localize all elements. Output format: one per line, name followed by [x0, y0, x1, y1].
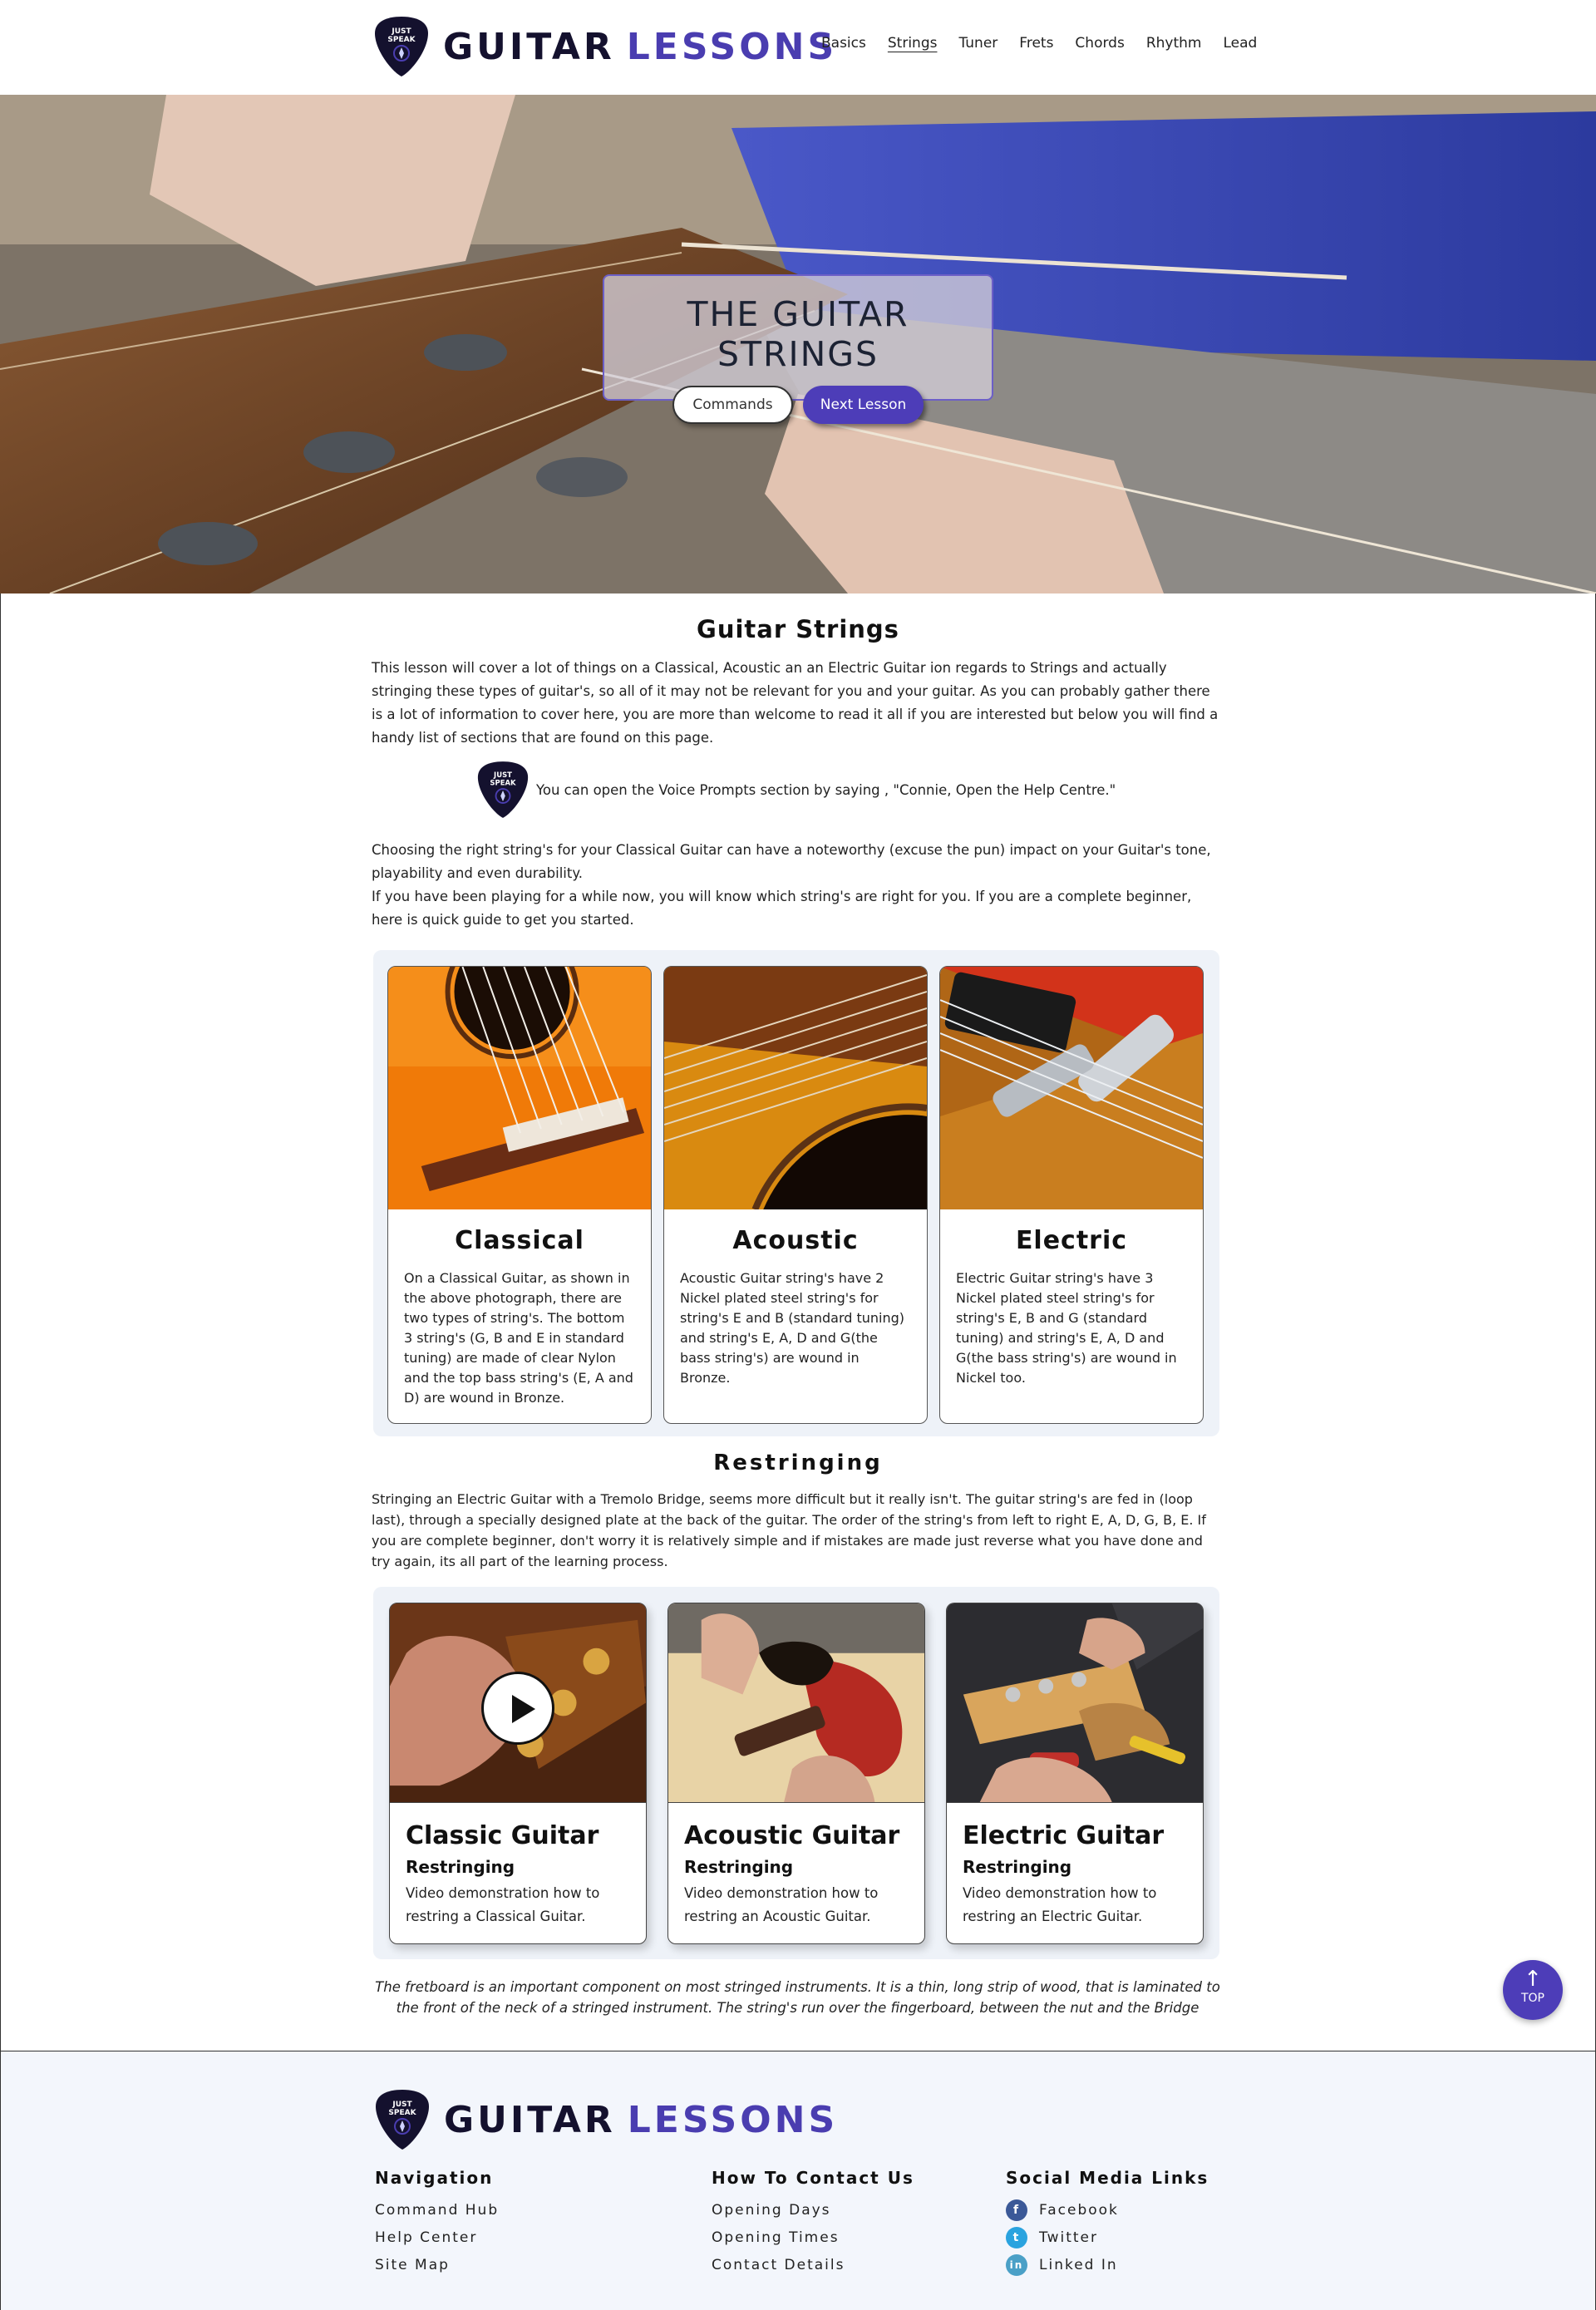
- footer-link-facebook[interactable]: f Facebook: [1006, 2196, 1209, 2224]
- footer-link-twitter[interactable]: t Twitter: [1006, 2224, 1209, 2251]
- string-card-title: Classical: [455, 1226, 584, 1255]
- guitar-pick-logo-icon: JUST SPEAK: [373, 15, 430, 78]
- svg-text:JUST: JUST: [391, 27, 411, 36]
- commands-button[interactable]: Commands: [672, 386, 793, 424]
- brand-word-2: LESSONS: [626, 25, 838, 68]
- string-card-title: Electric: [1015, 1226, 1128, 1255]
- video-card-acoustic[interactable]: Acoustic Guitar Restringing Video demons…: [667, 1603, 925, 1944]
- fretboard-note: The fretboard is an important component …: [375, 1979, 1220, 2016]
- hero-buttons: Commands Next Lesson: [604, 386, 992, 424]
- hero-banner: THE GUITAR STRINGS Commands Next Lesson: [0, 95, 1596, 594]
- brand-word-1: GUITAR: [444, 2098, 616, 2141]
- video-card-title: Acoustic Guitar: [684, 1821, 900, 1850]
- nav-rhythm[interactable]: Rhythm: [1146, 35, 1202, 52]
- choose-text-1: Choosing the right string's for your Cla…: [372, 842, 1211, 881]
- footer-logo[interactable]: JUST SPEAK GUITAR LESSONS: [374, 2088, 838, 2151]
- video-card-text: Video demonstration how to restring an A…: [684, 1885, 879, 1924]
- site-header: JUST SPEAK GUITAR LESSONS Basics Strings …: [0, 0, 1596, 95]
- video-card-subtitle: Restringing: [963, 1857, 1072, 1877]
- nav-lead[interactable]: Lead: [1223, 35, 1257, 52]
- electric-guitar-image: [940, 967, 1203, 1209]
- nav-chords[interactable]: Chords: [1075, 35, 1124, 52]
- string-card-text: On a Classical Guitar, as shown in the a…: [404, 1270, 633, 1406]
- nav-tuner[interactable]: Tuner: [958, 35, 998, 52]
- brand-word-2: LESSONS: [627, 2098, 839, 2141]
- footer-navigation-heading: Navigation: [375, 2168, 494, 2188]
- intro-heading: Guitar Strings: [697, 615, 899, 643]
- back-to-top-label: TOP: [1520, 1992, 1544, 2005]
- video-card-subtitle: Restringing: [406, 1857, 515, 1877]
- nav-basics[interactable]: Basics: [821, 35, 866, 52]
- twitter-icon: t: [1006, 2226, 1027, 2248]
- svg-text:JUST: JUST: [392, 2101, 412, 2109]
- video-card-title: Classic Guitar: [406, 1821, 599, 1850]
- hero-title: THE GUITAR STRINGS: [687, 294, 909, 374]
- nav-strings[interactable]: Strings: [888, 35, 938, 52]
- video-card-text: Video demonstration how to restring a Cl…: [406, 1885, 600, 1924]
- linkedin-icon: in: [1006, 2253, 1027, 2276]
- footer-link-site-map[interactable]: Site Map: [375, 2251, 499, 2278]
- video-card-electric[interactable]: Electric Guitar Restringing Video demons…: [946, 1603, 1204, 1944]
- footer-link-opening-times[interactable]: Opening Times: [712, 2224, 914, 2251]
- string-card-text: Acoustic Guitar string's have 2 Nickel p…: [680, 1270, 905, 1386]
- arrow-up-icon: ↑: [1524, 1967, 1542, 1992]
- choose-text-2: If you have been playing for a while now…: [372, 889, 1192, 928]
- guitar-pick-logo-icon: JUST SPEAK: [476, 760, 530, 820]
- electric-guitar-video-thumbnail[interactable]: [947, 1603, 1203, 1803]
- string-card-text: Electric Guitar string's have 3 Nickel p…: [956, 1270, 1177, 1386]
- classical-guitar-image: [388, 967, 651, 1209]
- play-icon[interactable]: [481, 1672, 554, 1745]
- footer-contact-heading: How To Contact Us: [712, 2168, 914, 2188]
- string-card-acoustic: Acoustic Acoustic Guitar string's have 2…: [663, 966, 928, 1424]
- nav-frets[interactable]: Frets: [1019, 35, 1053, 52]
- footer-social-label: Linked In: [1039, 2256, 1118, 2273]
- intro-text: This lesson will cover a lot of things o…: [372, 660, 1219, 746]
- footer-link-help-center[interactable]: Help Center: [375, 2224, 499, 2251]
- footer-contact: How To Contact Us Opening Days Opening T…: [712, 2168, 914, 2278]
- guitar-pick-logo-icon: JUST SPEAK: [374, 2088, 431, 2151]
- restringing-heading: Restringing: [713, 1451, 883, 1475]
- video-card-classic[interactable]: Classic Guitar Restringing Video demonst…: [389, 1603, 647, 1944]
- svg-text:SPEAK: SPEAK: [387, 36, 416, 44]
- footer-link-linkedin[interactable]: in Linked In: [1006, 2251, 1209, 2278]
- footer-link-opening-days[interactable]: Opening Days: [712, 2196, 914, 2224]
- string-card-classical: Classical On a Classical Guitar, as show…: [387, 966, 652, 1424]
- voice-prompt-text: You can open the Voice Prompts section b…: [536, 781, 1116, 798]
- footer-link-contact-details[interactable]: Contact Details: [712, 2251, 914, 2278]
- restringing-text: Stringing an Electric Guitar with a Trem…: [372, 1491, 1206, 1569]
- string-card-electric: Electric Electric Guitar string's have 3…: [939, 966, 1204, 1424]
- string-card-title: Acoustic: [732, 1226, 859, 1255]
- restringing-videos-panel: Classic Guitar Restringing Video demonst…: [373, 1587, 1219, 1959]
- footer-navigation: Navigation Command Hub Help Center Site …: [375, 2168, 499, 2278]
- hero-title-box: THE GUITAR STRINGS Commands Next Lesson: [603, 274, 993, 424]
- acoustic-guitar-video-thumbnail[interactable]: [668, 1603, 924, 1803]
- classic-guitar-video-thumbnail[interactable]: [390, 1603, 646, 1803]
- footer-social-label: Twitter: [1039, 2229, 1098, 2246]
- video-card-subtitle: Restringing: [684, 1857, 794, 1877]
- back-to-top-button[interactable]: ↑ TOP: [1503, 1960, 1563, 2020]
- facebook-icon: f: [1006, 2199, 1027, 2221]
- main-nav: Basics Strings Tuner Frets Chords Rhythm…: [821, 35, 1257, 52]
- video-card-title: Electric Guitar: [963, 1821, 1165, 1850]
- brand-name: GUITAR LESSONS: [443, 26, 837, 68]
- brand-name: GUITAR LESSONS: [444, 2099, 838, 2141]
- voice-prompt-callout: JUST SPEAK You can open the Voice Prompt…: [476, 760, 1116, 820]
- next-lesson-button[interactable]: Next Lesson: [803, 386, 924, 424]
- svg-text:SPEAK: SPEAK: [388, 2109, 416, 2117]
- site-logo[interactable]: JUST SPEAK GUITAR LESSONS: [373, 15, 837, 78]
- video-card-text: Video demonstration how to restring an E…: [963, 1885, 1157, 1924]
- svg-text:SPEAK: SPEAK: [490, 778, 516, 786]
- footer-social-heading: Social Media Links: [1006, 2168, 1209, 2188]
- footer-link-command-hub[interactable]: Command Hub: [375, 2196, 499, 2224]
- brand-word-1: GUITAR: [443, 25, 615, 68]
- site-footer: JUST SPEAK GUITAR LESSONS Navigation Comm…: [0, 2051, 1596, 2310]
- footer-social-label: Facebook: [1039, 2201, 1119, 2219]
- footer-social: Social Media Links f Facebook t Twitter …: [1006, 2168, 1209, 2278]
- string-types-panel: Classical On a Classical Guitar, as show…: [373, 950, 1219, 1436]
- acoustic-guitar-image: [664, 967, 927, 1209]
